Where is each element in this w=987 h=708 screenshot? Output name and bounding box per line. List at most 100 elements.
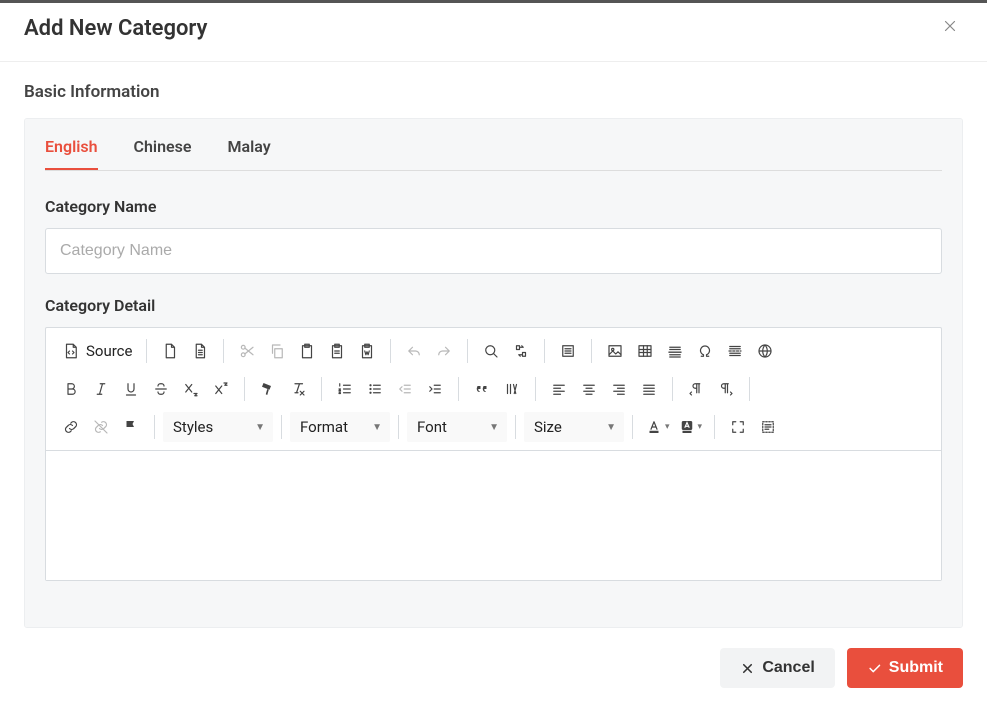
superscript-icon bbox=[212, 380, 230, 398]
new-page-button[interactable] bbox=[155, 336, 185, 366]
caret-down-icon: ▼ bbox=[255, 422, 265, 433]
font-combo[interactable]: Font▼ bbox=[407, 412, 507, 442]
bullet-list-button[interactable] bbox=[360, 374, 390, 404]
modal-title: Add New Category bbox=[24, 16, 207, 41]
align-right-button[interactable] bbox=[604, 374, 634, 404]
bold-button[interactable] bbox=[56, 374, 86, 404]
anchor-button[interactable] bbox=[116, 412, 146, 442]
editor-content-area[interactable] bbox=[46, 450, 941, 580]
omega-icon bbox=[696, 342, 714, 360]
redo-button[interactable] bbox=[429, 336, 459, 366]
text-color-button[interactable]: ▾ bbox=[641, 412, 674, 442]
globe-icon bbox=[756, 342, 774, 360]
modal-footer: Cancel Submit bbox=[0, 628, 987, 708]
modal-header: Add New Category bbox=[0, 3, 987, 62]
redo-icon bbox=[435, 342, 453, 360]
quote-icon bbox=[473, 380, 491, 398]
copy-format-button[interactable] bbox=[253, 374, 283, 404]
outdent-button[interactable] bbox=[390, 374, 420, 404]
image-icon bbox=[606, 342, 624, 360]
size-combo[interactable]: Size▼ bbox=[524, 412, 624, 442]
maximize-icon bbox=[729, 418, 747, 436]
superscript-button[interactable] bbox=[206, 374, 236, 404]
paste-text-button[interactable] bbox=[322, 336, 352, 366]
copy-button[interactable] bbox=[262, 336, 292, 366]
tab-chinese[interactable]: Chinese bbox=[134, 137, 192, 170]
tab-malay[interactable]: Malay bbox=[227, 137, 270, 170]
undo-icon bbox=[405, 342, 423, 360]
document-icon bbox=[191, 342, 209, 360]
italic-icon bbox=[92, 380, 110, 398]
category-name-label: Category Name bbox=[45, 197, 942, 216]
undo-button[interactable] bbox=[399, 336, 429, 366]
bg-color-button[interactable]: ▾ bbox=[674, 412, 707, 442]
replace-icon bbox=[512, 342, 530, 360]
align-justify-button[interactable] bbox=[634, 374, 664, 404]
align-left-icon bbox=[550, 380, 568, 398]
align-center-button[interactable] bbox=[574, 374, 604, 404]
editor-toolbar-row-2 bbox=[46, 374, 941, 412]
find-button[interactable] bbox=[476, 336, 506, 366]
unordered-list-icon bbox=[366, 380, 384, 398]
modal-body: Basic Information English Chinese Malay … bbox=[0, 62, 987, 628]
unlink-button[interactable] bbox=[86, 412, 116, 442]
preview-button[interactable] bbox=[185, 336, 215, 366]
rtl-icon bbox=[717, 380, 735, 398]
category-name-input[interactable] bbox=[45, 228, 942, 274]
remove-format-button[interactable] bbox=[283, 374, 313, 404]
close-button[interactable] bbox=[937, 13, 963, 43]
rtl-button[interactable] bbox=[711, 374, 741, 404]
clipboard-text-icon bbox=[328, 342, 346, 360]
div-button[interactable] bbox=[497, 374, 527, 404]
align-justify-icon bbox=[640, 380, 658, 398]
clipboard-word-icon bbox=[358, 342, 376, 360]
paste-button[interactable] bbox=[292, 336, 322, 366]
page-break-button[interactable] bbox=[720, 336, 750, 366]
blockquote-button[interactable] bbox=[467, 374, 497, 404]
form-scroll-area[interactable]: English Chinese Malay Category Name Cate… bbox=[24, 118, 963, 628]
table-icon bbox=[636, 342, 654, 360]
tab-english[interactable]: English bbox=[45, 137, 98, 170]
copy-icon bbox=[268, 342, 286, 360]
flag-icon bbox=[122, 418, 140, 436]
submit-button[interactable]: Submit bbox=[847, 648, 963, 688]
cancel-button[interactable]: Cancel bbox=[720, 648, 834, 688]
format-combo[interactable]: Format▼ bbox=[290, 412, 390, 442]
clipboard-icon bbox=[298, 342, 316, 360]
styles-combo[interactable]: Styles▼ bbox=[163, 412, 273, 442]
paste-word-button[interactable] bbox=[352, 336, 382, 366]
maximize-button[interactable] bbox=[723, 412, 753, 442]
italic-button[interactable] bbox=[86, 374, 116, 404]
cut-button[interactable] bbox=[232, 336, 262, 366]
ltr-button[interactable] bbox=[681, 374, 711, 404]
close-icon bbox=[941, 17, 959, 35]
special-char-button[interactable] bbox=[690, 336, 720, 366]
remove-format-icon bbox=[289, 380, 307, 398]
caret-down-icon: ▼ bbox=[372, 422, 382, 433]
indent-button[interactable] bbox=[420, 374, 450, 404]
image-button[interactable] bbox=[600, 336, 630, 366]
page-break-icon bbox=[726, 342, 744, 360]
rich-text-editor: Source bbox=[45, 327, 942, 581]
underline-icon bbox=[122, 380, 140, 398]
scissors-icon bbox=[238, 342, 256, 360]
table-button[interactable] bbox=[630, 336, 660, 366]
show-blocks-button[interactable] bbox=[753, 412, 783, 442]
outdent-icon bbox=[396, 380, 414, 398]
numbered-list-button[interactable] bbox=[330, 374, 360, 404]
editor-toolbar-row-1: Source bbox=[46, 328, 941, 374]
align-center-icon bbox=[580, 380, 598, 398]
ltr-icon bbox=[687, 380, 705, 398]
ordered-list-icon bbox=[336, 380, 354, 398]
strike-button[interactable] bbox=[146, 374, 176, 404]
underline-button[interactable] bbox=[116, 374, 146, 404]
replace-button[interactable] bbox=[506, 336, 536, 366]
align-left-button[interactable] bbox=[544, 374, 574, 404]
div-icon bbox=[503, 380, 521, 398]
subscript-button[interactable] bbox=[176, 374, 206, 404]
iframe-button[interactable] bbox=[750, 336, 780, 366]
select-all-button[interactable] bbox=[553, 336, 583, 366]
link-button[interactable] bbox=[56, 412, 86, 442]
horizontal-rule-button[interactable] bbox=[660, 336, 690, 366]
source-button[interactable]: Source bbox=[56, 336, 138, 366]
